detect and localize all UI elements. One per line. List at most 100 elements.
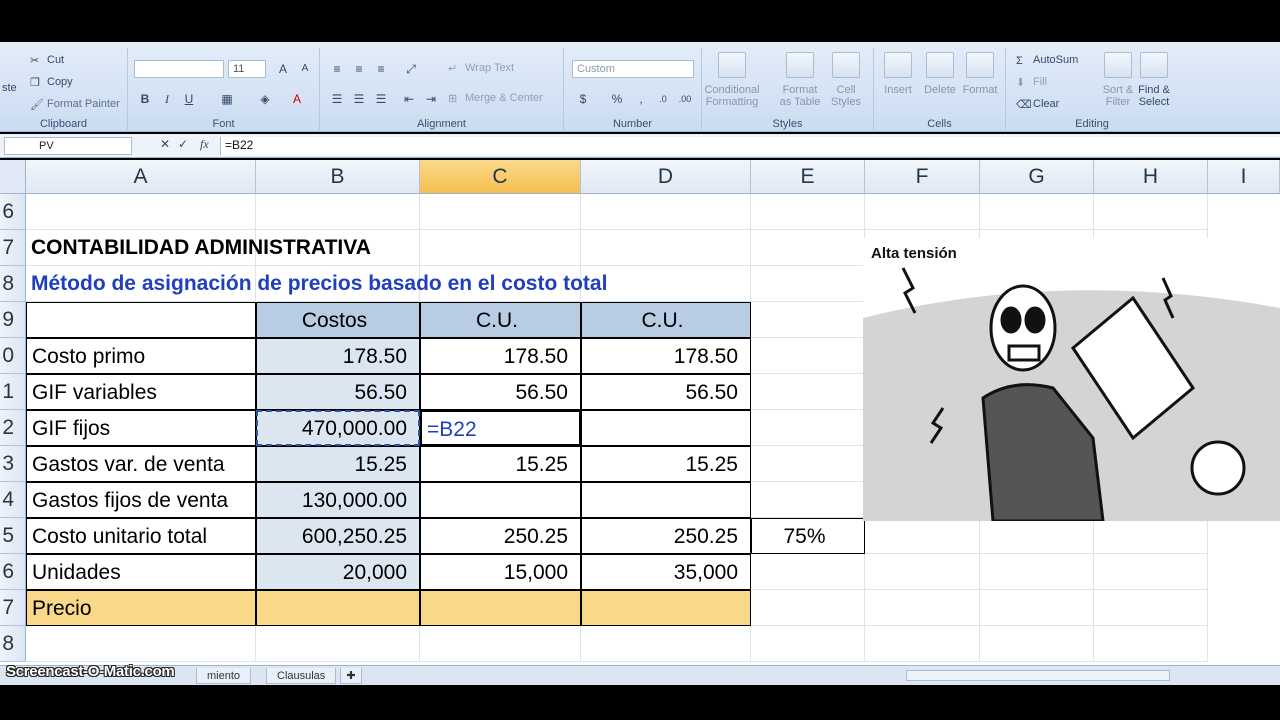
grid-cell[interactable]: [26, 626, 256, 662]
column-header-h[interactable]: H: [1094, 160, 1208, 194]
cell-cu-1[interactable]: 178.50: [420, 338, 581, 374]
select-all-corner[interactable]: [0, 160, 26, 194]
grow-font-button[interactable]: A: [272, 60, 294, 78]
copy-button[interactable]: ❐ Copy: [30, 76, 73, 89]
increase-decimal-icon[interactable]: .0: [652, 90, 674, 108]
row-header[interactable]: 3: [0, 446, 26, 482]
fill-button[interactable]: ⬇ Fill: [1016, 76, 1047, 89]
grid-cell[interactable]: [980, 590, 1094, 626]
insert-sheet-icon[interactable]: ✚: [340, 668, 362, 684]
grid-cell[interactable]: [865, 626, 980, 662]
grid-cell[interactable]: [980, 554, 1094, 590]
cell-costos[interactable]: 178.50: [256, 338, 420, 374]
align-right-icon[interactable]: ☰: [370, 90, 392, 108]
cell-cu-1[interactable]: [420, 590, 581, 626]
italic-button[interactable]: I: [156, 90, 178, 108]
shrink-font-button[interactable]: A: [294, 60, 316, 78]
grid-cell[interactable]: [751, 266, 865, 302]
grid-cell[interactable]: [751, 626, 865, 662]
column-header-d[interactable]: D: [581, 160, 751, 194]
grid-cell[interactable]: [980, 626, 1094, 662]
insert-function-icon[interactable]: fx: [200, 137, 209, 152]
row-label[interactable]: GIF fijos: [26, 410, 256, 446]
cell-costos[interactable]: [256, 590, 420, 626]
row-label[interactable]: GIF variables: [26, 374, 256, 410]
grid-cell[interactable]: [980, 194, 1094, 230]
format-painter-button[interactable]: 🖌 Format Painter: [30, 98, 120, 111]
cell-costos[interactable]: 470,000.00: [256, 410, 420, 446]
formula-input[interactable]: =B22: [220, 137, 1280, 155]
cell-styles-button[interactable]: Cell Styles: [818, 48, 874, 114]
grid-cell[interactable]: [751, 194, 865, 230]
find-select-button[interactable]: Find & Select: [1126, 48, 1182, 114]
cell-cu-2[interactable]: 35,000: [581, 554, 751, 590]
cell-cu-2[interactable]: [581, 482, 751, 518]
row-header[interactable]: 4: [0, 482, 26, 518]
decrease-indent-icon[interactable]: ⇤: [398, 90, 420, 108]
cell-cu-2[interactable]: 15.25: [581, 446, 751, 482]
row-label[interactable]: Precio: [26, 590, 256, 626]
autosum-button[interactable]: Σ AutoSum: [1016, 54, 1078, 67]
cell-cu-1[interactable]: 15.25: [420, 446, 581, 482]
decrease-decimal-icon[interactable]: .00: [674, 90, 696, 108]
row-header[interactable]: 0: [0, 338, 26, 374]
header-cell-empty[interactable]: [26, 302, 256, 338]
align-top-icon[interactable]: ≡: [326, 60, 348, 78]
grid-cell[interactable]: [751, 302, 865, 338]
cell-costos[interactable]: 15.25: [256, 446, 420, 482]
grid-cell[interactable]: [1094, 626, 1208, 662]
orientation-icon[interactable]: ⤢: [400, 60, 422, 78]
cell-cu-2[interactable]: [581, 590, 751, 626]
cell-cu-1[interactable]: [420, 482, 581, 518]
row-label[interactable]: Costo primo: [26, 338, 256, 374]
align-left-icon[interactable]: ☰: [326, 90, 348, 108]
grid-cell[interactable]: [751, 446, 865, 482]
row-header[interactable]: 9: [0, 302, 26, 338]
row-header[interactable]: 6: [0, 194, 26, 230]
cell-costos[interactable]: 56.50: [256, 374, 420, 410]
cell-cu-2[interactable]: 178.50: [581, 338, 751, 374]
name-box[interactable]: PV: [4, 137, 132, 155]
row-header[interactable]: 6: [0, 554, 26, 590]
row-header[interactable]: 2: [0, 410, 26, 446]
worksheet-grid[interactable]: A B C D E F G H I 6 7 8 9 0 1 2 3 4 5 6 7 8 CONTABILIDAD ADMIN…: [0, 160, 1280, 665]
column-header-e[interactable]: E: [751, 160, 865, 194]
row-header[interactable]: 7: [0, 230, 26, 266]
grid-cell[interactable]: [865, 554, 980, 590]
cut-button[interactable]: ✂ Cut: [30, 54, 64, 67]
cell-percent[interactable]: 75%: [751, 518, 865, 554]
grid-cell[interactable]: [865, 518, 980, 554]
cell-cu-1[interactable]: 250.25: [420, 518, 581, 554]
sheet-subtitle[interactable]: Método de asignación de precios basado e…: [26, 266, 607, 302]
row-header[interactable]: 5: [0, 518, 26, 554]
grid-cell[interactable]: [751, 410, 865, 446]
row-label[interactable]: Gastos var. de venta: [26, 446, 256, 482]
header-costos[interactable]: Costos: [256, 302, 420, 338]
clear-button[interactable]: ⌫Clear: [1016, 98, 1059, 111]
bold-button[interactable]: B: [134, 90, 156, 108]
grid-cell[interactable]: [1094, 194, 1208, 230]
cell-costos[interactable]: 20,000: [256, 554, 420, 590]
align-center-icon[interactable]: ☰: [348, 90, 370, 108]
grid-cell[interactable]: [420, 194, 581, 230]
grid-cell[interactable]: [26, 194, 256, 230]
grid-cell[interactable]: [581, 230, 751, 266]
conditional-formatting-button[interactable]: Conditional Formatting: [704, 48, 760, 114]
font-size-select[interactable]: 11: [228, 60, 266, 78]
grid-cell[interactable]: [980, 518, 1094, 554]
currency-button[interactable]: $: [572, 90, 594, 108]
sheet-title[interactable]: CONTABILIDAD ADMINISTRATIVA: [26, 230, 371, 266]
borders-icon[interactable]: ▦: [216, 90, 238, 108]
cell-cu-1[interactable]: 56.50: [420, 374, 581, 410]
column-header-b[interactable]: B: [256, 160, 420, 194]
grid-cell[interactable]: [751, 554, 865, 590]
cell-cu-2[interactable]: 250.25: [581, 518, 751, 554]
grid-cell[interactable]: [865, 590, 980, 626]
column-header-c[interactable]: C: [420, 160, 581, 194]
grid-cell[interactable]: [751, 230, 865, 266]
grid-cell[interactable]: [751, 374, 865, 410]
grid-cell[interactable]: [865, 194, 980, 230]
grid-cell[interactable]: [1094, 590, 1208, 626]
number-format-select[interactable]: Custom: [572, 60, 694, 78]
header-cu-2[interactable]: C.U.: [581, 302, 751, 338]
